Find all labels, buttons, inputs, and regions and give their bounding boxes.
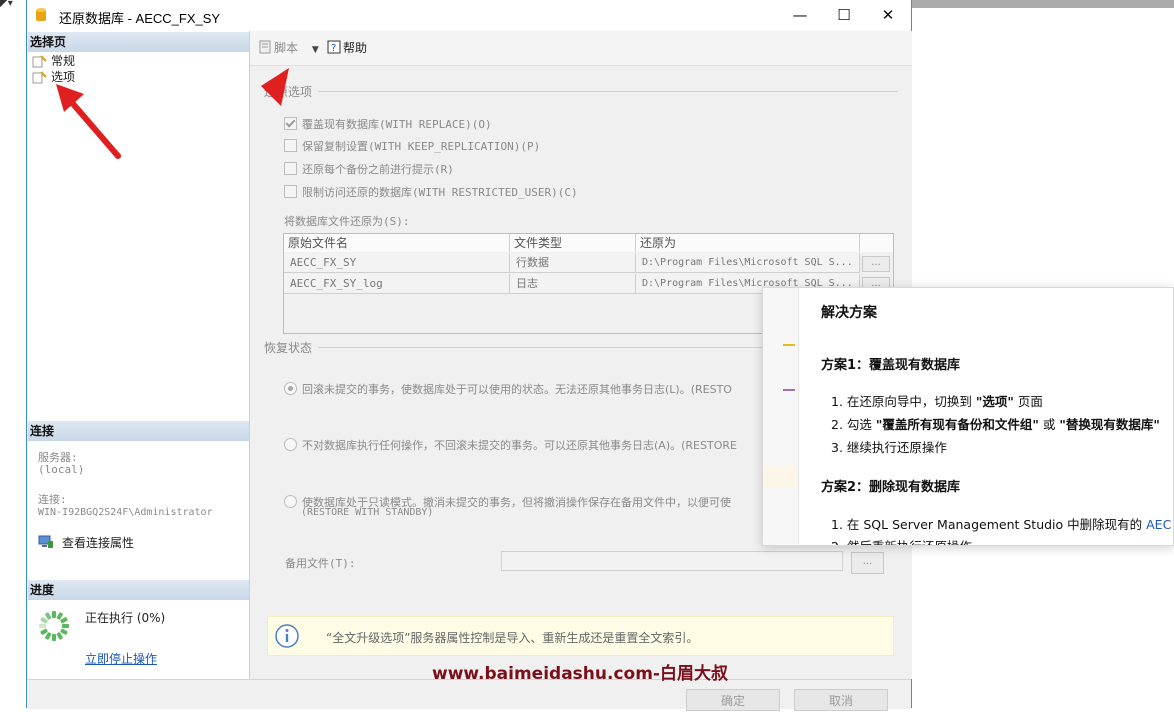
plan1-step2: 2. 勾选 "覆盖所有现有备份和文件组" 或 "替换现有数据库" (831, 417, 1160, 432)
grid-header-restore-as: 还原为 (636, 234, 860, 252)
connection-label: 连接: (38, 493, 67, 506)
desktop-background (912, 0, 1174, 8)
checkbox-label: 限制访问还原的数据库(WITH RESTRICTED_USER)(C) (302, 186, 578, 199)
browse-button[interactable]: ... (862, 256, 890, 272)
recovery-option-rollback[interactable]: 回滚未提交的事务，使数据库处于可以使用的状态。无法还原其他事务日志(L)。(RE… (284, 382, 732, 397)
chevron-down-icon[interactable]: ▼ (312, 45, 319, 55)
restricted-user-checkbox[interactable]: 限制访问还原的数据库(WITH RESTRICTED_USER)(C) (284, 185, 578, 200)
standby-file-label: 备用文件(T): (285, 557, 356, 570)
checkbox-box[interactable] (284, 162, 297, 175)
database-name-link[interactable]: AEC (1146, 517, 1171, 532)
standby-browse-button[interactable]: ... (851, 552, 884, 574)
grid-cell-restore-as[interactable]: D:\Program Files\Microsoft SQL S... (636, 253, 860, 273)
grid-cell-original: AECC_FX_SY_log (284, 274, 510, 294)
server-value: (local) (38, 463, 85, 476)
page-icon (32, 71, 47, 84)
radio-label: 不对数据库执行任何操作，不回滚未提交的事务。可以还原其他事务日志(A)。(RES… (302, 439, 737, 452)
page-item-label: 常规 (51, 54, 76, 68)
restore-files-label: 将数据库文件还原为(S): (284, 215, 410, 228)
info-text: “全文升级选项”服务器属性控制是导入、重新生成还是重置全文索引。 (326, 631, 699, 645)
connection-properties-icon (38, 535, 53, 548)
annotation-arrow-icon (56, 84, 121, 159)
script-icon (259, 40, 271, 54)
title-bar: 还原数据库 - AECC_FX_SY — ☐ ✕ (27, 0, 911, 31)
grid-header-browse (860, 234, 893, 252)
recovery-state-title: 恢复状态 (264, 341, 313, 355)
maximize-button[interactable]: ☐ (821, 0, 867, 31)
toolbar: 脚本 ▼ ? 帮助 (250, 31, 912, 66)
popup-title: 解决方案 (821, 305, 877, 321)
progress-status: 正在执行 (0%) (85, 611, 166, 625)
radio-label-line2: (RESTORE WITH STANDBY) (301, 507, 434, 518)
help-label: 帮助 (343, 41, 368, 55)
grid-cell-original: AECC_FX_SY (284, 253, 510, 273)
radio-label: 回滚未提交的事务，使数据库处于可以使用的状态。无法还原其他事务日志(L)。(RE… (302, 383, 732, 396)
svg-text:?: ? (331, 43, 336, 54)
checkbox-box[interactable] (284, 139, 297, 152)
info-bar: “全文升级选项”服务器属性控制是导入、重新生成还是重置全文索引。 (267, 616, 894, 656)
plan2-step2: 2. 然后重新执行还原操作 (831, 536, 972, 545)
minimize-button[interactable]: — (777, 0, 823, 31)
help-button[interactable]: ? 帮助 (327, 40, 367, 56)
grid-header-original: 原始文件名 (284, 234, 510, 252)
checkbox-label: 覆盖现有数据库(WITH REPLACE)(O) (302, 118, 492, 131)
checkbox-label: 保留复制设置(WITH KEEP_REPLICATION)(P) (302, 140, 541, 153)
plan1-heading: 方案1：覆盖现有数据库 (821, 358, 961, 373)
grid-header-type: 文件类型 (510, 234, 636, 252)
window-title: 还原数据库 - AECC_FX_SY (59, 11, 221, 26)
watermark-text: www.baimeidashu.com-白眉大叔 (432, 664, 728, 684)
plan2-heading: 方案2：删除现有数据库 (821, 480, 961, 495)
stop-action-link[interactable]: 立即停止操作 (85, 650, 157, 667)
page-icon (32, 55, 47, 68)
plan1-step3: 3. 继续执行还原操作 (831, 440, 947, 455)
select-page-header: 选择页 (28, 32, 249, 52)
recovery-option-norecovery[interactable]: 不对数据库执行任何操作，不回滚未提交的事务。可以还原其他事务日志(A)。(RES… (284, 438, 737, 453)
grid-cell-type: 行数据 (510, 253, 636, 273)
view-connection-properties-label: 查看连接属性 (62, 536, 135, 550)
progress-header: 进度 (28, 580, 249, 600)
script-button[interactable]: 脚本 ▼ (258, 40, 319, 58)
database-icon (36, 8, 46, 21)
keep-replication-checkbox[interactable]: 保留复制设置(WITH KEEP_REPLICATION)(P) (284, 139, 540, 154)
info-icon (275, 624, 299, 648)
checkbox-box[interactable] (284, 185, 297, 198)
page-item-general[interactable]: 常规 (32, 53, 75, 69)
popup-sidebar (763, 288, 799, 545)
solution-popup: 解决方案 方案1：覆盖现有数据库 1. 在还原向导中，切换到 "选项" 页面 2… (762, 287, 1174, 546)
connection-value: WIN-I92BGQ2S24F\Administrator (38, 507, 213, 518)
prompt-before-restore-checkbox[interactable]: 还原每个备份之前进行提示(R) (284, 162, 454, 177)
connection-header: 连接 (28, 421, 249, 441)
view-connection-properties-link[interactable]: 查看连接属性 (38, 534, 134, 552)
script-label: 脚本 (274, 41, 299, 55)
checkbox-box[interactable] (284, 117, 297, 130)
desktop-corner-glyph: ◤▾ (0, 0, 13, 9)
help-icon: ? (327, 40, 341, 54)
group-divider (318, 91, 898, 92)
checkbox-label: 还原每个备份之前进行提示(R) (302, 163, 454, 176)
radio-button[interactable] (284, 382, 297, 395)
overwrite-checkbox[interactable]: 覆盖现有数据库(WITH REPLACE)(O) (284, 117, 492, 132)
radio-button[interactable] (284, 438, 297, 451)
close-button[interactable]: ✕ (865, 0, 911, 31)
plan2-step1: 1. 在 SQL Server Management Studio 中删除现有的… (831, 517, 1172, 532)
radio-button[interactable] (284, 495, 297, 508)
grid-cell-type: 日志 (510, 274, 636, 294)
plan1-step1: 1. 在还原向导中，切换到 "选项" 页面 (831, 394, 1043, 409)
progress-spinner-icon (39, 611, 69, 641)
annotation-arrow-icon (261, 68, 289, 106)
standby-file-input[interactable] (501, 551, 843, 571)
